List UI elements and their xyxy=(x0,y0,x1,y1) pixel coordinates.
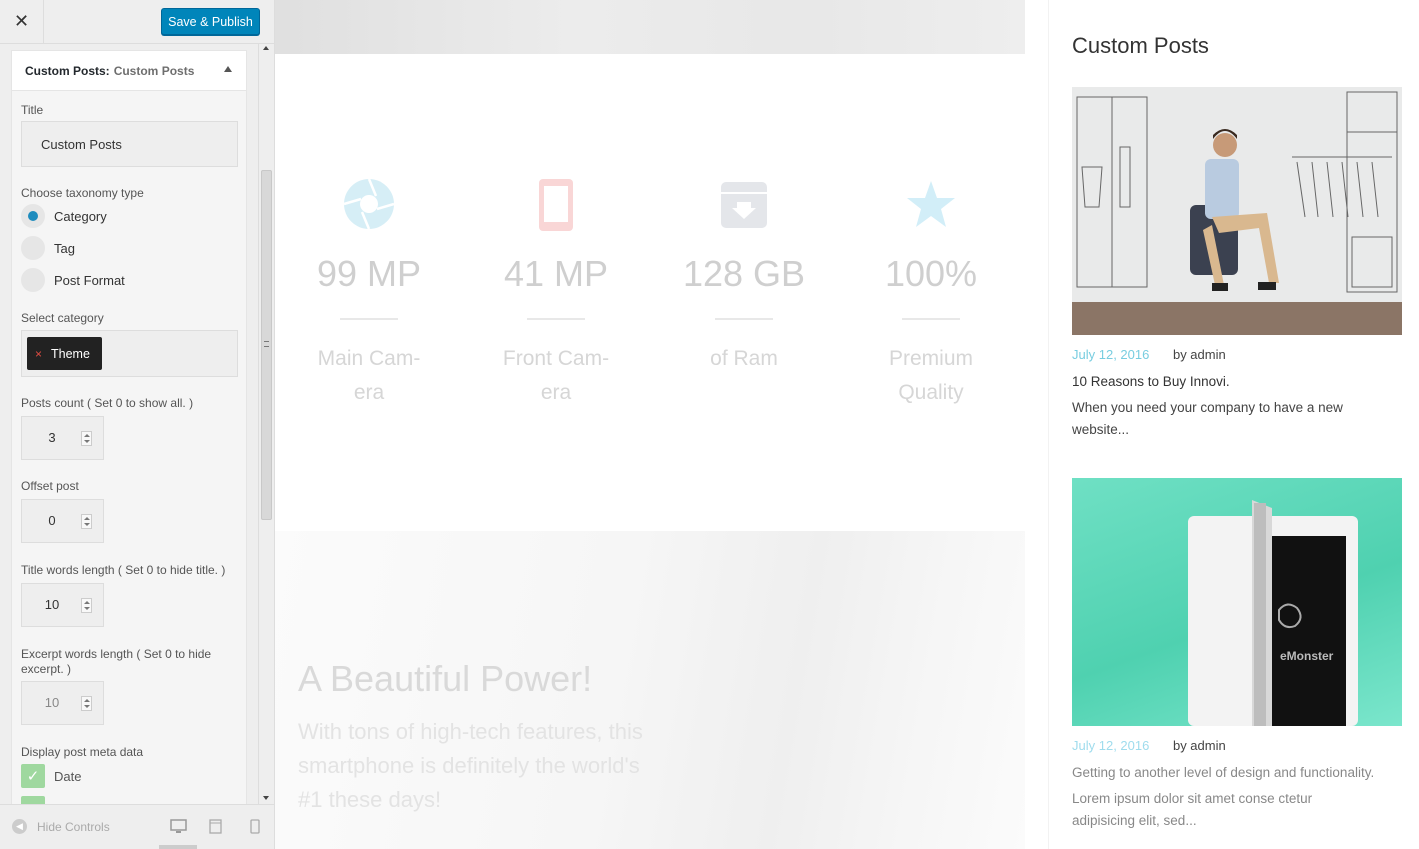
star-icon xyxy=(907,181,955,227)
scroll-thumb[interactable] xyxy=(261,170,272,520)
post-date[interactable]: July 12, 2016 xyxy=(1072,347,1149,362)
stat-divider xyxy=(715,318,773,320)
author-checkbox[interactable] xyxy=(21,796,45,804)
post-title[interactable]: 10 Reasons to Buy Innovi. xyxy=(1072,374,1230,389)
customizer-sidebar: ✕ Save & Publish Custom Posts: Custom Po… xyxy=(0,0,275,849)
title-input[interactable]: Custom Posts xyxy=(21,121,238,167)
stat-divider xyxy=(902,318,960,320)
radio-button[interactable] xyxy=(21,268,45,292)
radio-label: Tag xyxy=(54,240,75,256)
title-label: Title xyxy=(21,103,44,117)
scroll-up-icon[interactable] xyxy=(263,46,269,50)
widget-header[interactable]: Custom Posts: Custom Posts xyxy=(12,51,246,91)
stat-value: 100% xyxy=(884,253,978,294)
post-title[interactable]: Getting to another level of design and f… xyxy=(1072,765,1374,780)
tablet-illustration: eMonster xyxy=(1188,500,1358,726)
collapse-arrow-icon[interactable] xyxy=(224,66,232,72)
stat-value: 41 MP xyxy=(503,253,609,294)
stat-divider xyxy=(527,318,585,320)
stat-caption: Premium Quality xyxy=(888,347,973,404)
category-label: Select category xyxy=(21,311,104,325)
title-words-value: 10 xyxy=(44,597,60,612)
controls-panel: Custom Posts: Custom Posts Title Custom … xyxy=(0,44,274,804)
tablet-brand-text: eMonster xyxy=(1280,649,1334,663)
radio-label: Category xyxy=(54,208,107,224)
scroll-down-icon[interactable] xyxy=(263,796,269,800)
phone-icon xyxy=(539,179,573,231)
posts-count-value: 3 xyxy=(48,430,56,445)
power-section-title: A Beautiful Power! xyxy=(298,658,593,699)
posts-count-stepper[interactable]: 3 xyxy=(21,416,104,460)
stat-caption: Main Cam-era xyxy=(317,347,421,404)
meta-label: Display post meta data xyxy=(21,745,144,759)
tablet-icon[interactable] xyxy=(209,819,222,834)
excerpt-words-label: Excerpt words length ( Set 0 to hide exc… xyxy=(21,647,212,676)
post-thumbnail-tablet[interactable]: eMonster xyxy=(1072,478,1402,726)
post-meta: July 12, 2016 by admin xyxy=(1072,347,1226,362)
date-checkbox[interactable]: ✓ xyxy=(21,764,45,788)
radio-post-format[interactable]: Post Format xyxy=(21,268,125,292)
offset-stepper[interactable]: 0 xyxy=(21,499,104,543)
radio-button[interactable] xyxy=(21,204,45,228)
radio-button[interactable] xyxy=(21,236,45,260)
spinner-arrows-icon[interactable] xyxy=(81,696,92,711)
category-tag-label: Theme xyxy=(51,346,90,361)
grip-icon xyxy=(264,341,269,347)
category-select[interactable]: × Theme xyxy=(21,330,238,377)
post-date[interactable]: July 12, 2016 xyxy=(1072,738,1149,753)
custom-posts-column: Custom Posts July 12, 2016 by admin 10 R… xyxy=(1048,0,1419,849)
post-author[interactable]: by admin xyxy=(1173,347,1226,362)
customizer-header: ✕ Save & Publish xyxy=(0,0,274,44)
custom-posts-heading: Custom Posts xyxy=(1072,33,1209,58)
spinner-arrows-icon[interactable] xyxy=(81,431,92,446)
excerpt-words-stepper[interactable]: 10 xyxy=(21,681,104,725)
post-thumbnail-man-wardrobe[interactable] xyxy=(1072,87,1402,335)
desktop-icon[interactable] xyxy=(170,819,187,834)
power-section-text: With tons of high-tech features, this sm… xyxy=(298,719,643,812)
custom-posts-widget: Custom Posts: Custom Posts Title Custom … xyxy=(11,50,247,804)
stat-value: 99 MP xyxy=(316,253,422,294)
taxonomy-label: Choose taxonomy type xyxy=(21,186,144,200)
hide-controls-button[interactable]: ◀ Hide Controls xyxy=(12,819,110,834)
aperture-icon xyxy=(343,178,395,230)
post-excerpt: When you need your company to have a new… xyxy=(1072,400,1343,437)
offset-label: Offset post xyxy=(21,479,79,493)
panel-scrollbar[interactable] xyxy=(258,44,274,804)
radio-tag[interactable]: Tag xyxy=(21,236,75,260)
archive-icon xyxy=(721,182,767,228)
date-checkbox-label: Date xyxy=(54,769,82,784)
close-customizer-button[interactable]: ✕ xyxy=(0,0,44,43)
category-tag-theme: × Theme xyxy=(27,337,102,370)
post-author[interactable]: by admin xyxy=(1173,738,1226,753)
stat-caption: Front Cam-era xyxy=(502,347,610,404)
stat-divider xyxy=(340,318,398,320)
spinner-arrows-icon[interactable] xyxy=(81,598,92,613)
title-words-stepper[interactable]: 10 xyxy=(21,583,104,627)
radio-category[interactable]: Category xyxy=(21,204,107,228)
mobile-icon[interactable] xyxy=(250,819,260,834)
title-words-label: Title words length ( Set 0 to hide title… xyxy=(21,563,226,577)
radio-label: Post Format xyxy=(54,272,125,288)
excerpt-words-value: 10 xyxy=(44,695,60,710)
wardrobe-illustration xyxy=(1072,91,1402,335)
remove-tag-icon[interactable]: × xyxy=(35,347,42,361)
widget-header-subtitle: Custom Posts xyxy=(113,63,195,78)
stat-caption: of Ram xyxy=(710,347,778,370)
collapse-icon: ◀ xyxy=(12,819,27,834)
post-excerpt: Lorem ipsum dolor sit amet conse ctetur … xyxy=(1072,791,1313,828)
site-preview: 99 MP Main Cam-era 41 MP Front Cam-era 1… xyxy=(275,0,1419,849)
hero-image-strip xyxy=(275,0,1025,54)
offset-value: 0 xyxy=(48,513,56,528)
posts-count-label: Posts count ( Set 0 to show all. ) xyxy=(21,396,194,410)
post-meta: July 12, 2016 by admin xyxy=(1072,738,1226,753)
spinner-arrows-icon[interactable] xyxy=(81,514,92,529)
active-device-indicator xyxy=(159,845,197,849)
hide-controls-label: Hide Controls xyxy=(37,819,110,834)
stat-value: 128 GB xyxy=(682,253,806,294)
widget-header-title: Custom Posts: xyxy=(25,63,110,78)
customizer-footer: ◀ Hide Controls xyxy=(0,804,274,849)
save-publish-button[interactable]: Save & Publish xyxy=(161,8,260,35)
